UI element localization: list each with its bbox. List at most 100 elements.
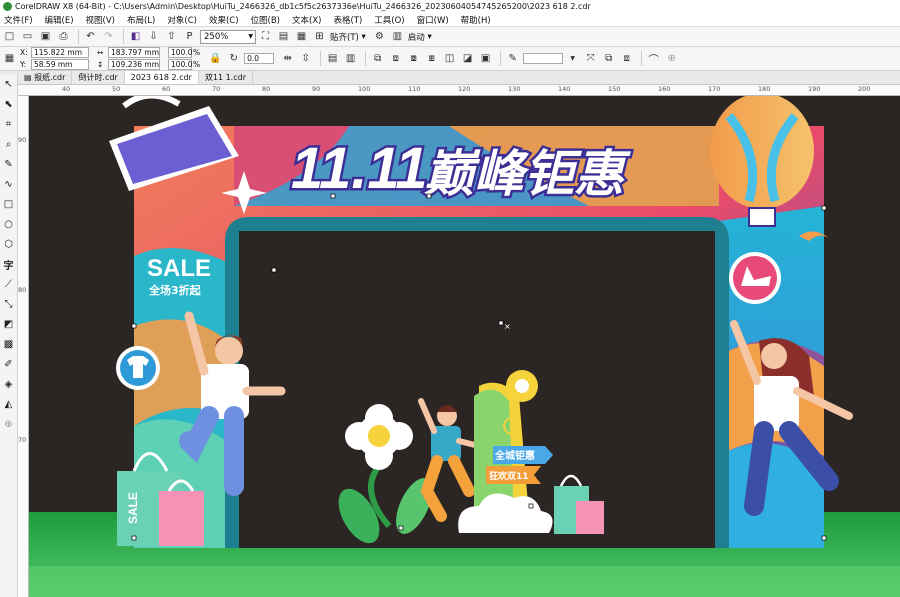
rulers-icon[interactable]: ▤ bbox=[276, 29, 291, 44]
create-boundary-icon[interactable]: ▣ bbox=[478, 51, 493, 66]
menu-effects[interactable]: 效果(C) bbox=[209, 14, 239, 26]
menu-bar: 文件(F) 编辑(E) 视图(V) 布局(L) 对象(C) 效果(C) 位图(B… bbox=[0, 13, 900, 27]
menu-file[interactable]: 文件(F) bbox=[4, 14, 33, 26]
toolbar-separator bbox=[78, 29, 79, 44]
center-marker-icon[interactable]: × bbox=[504, 322, 511, 331]
intersect-icon[interactable]: ⧇ bbox=[406, 51, 421, 66]
scale-width-field[interactable]: 100.0 bbox=[168, 47, 192, 58]
ruler-label: 150 bbox=[608, 85, 621, 93]
group-icon[interactable]: ⧉ bbox=[601, 51, 616, 66]
rectangle-tool-icon[interactable]: □ bbox=[2, 197, 16, 211]
redo-icon[interactable]: ↷ bbox=[101, 29, 116, 44]
width-icon: ↔ bbox=[97, 48, 104, 57]
polygon-tool-icon[interactable]: ⬡ bbox=[2, 237, 16, 251]
parallel-dimension-icon[interactable]: ⟋ bbox=[2, 277, 16, 291]
simplify-icon[interactable]: ⧆ bbox=[424, 51, 439, 66]
export-icon[interactable]: ⇧ bbox=[164, 29, 179, 44]
menu-object[interactable]: 对象(C) bbox=[167, 14, 197, 26]
text-tool-icon[interactable]: 字 bbox=[2, 257, 16, 272]
options-gear-icon[interactable]: ⚙ bbox=[372, 29, 387, 44]
sale-text: SALE bbox=[147, 255, 211, 282]
menu-text[interactable]: 文本(X) bbox=[292, 14, 321, 26]
tab-label: 倒计时.cdr bbox=[78, 73, 118, 82]
ruler-label: 80 bbox=[262, 85, 271, 93]
pick-tool-icon[interactable]: ↖ bbox=[2, 77, 16, 91]
save-icon[interactable]: ▣ bbox=[38, 29, 53, 44]
trim-icon[interactable]: ⧈ bbox=[388, 51, 403, 66]
menu-view[interactable]: 视图(V) bbox=[86, 14, 115, 26]
width-field[interactable]: 183.797 mm bbox=[108, 47, 160, 58]
drawing-canvas[interactable]: 11.11 巅峰钜惠 SALE 全场3折起 SALE 全城钜惠 狂欢双11 × bbox=[29, 96, 900, 597]
crop-tool-icon[interactable]: ⌗ bbox=[2, 117, 16, 131]
tab-newspaper[interactable]: ▤ 报纸.cdr bbox=[18, 71, 73, 84]
wrap-text-icon[interactable]: ▥ bbox=[343, 51, 358, 66]
tab-countdown[interactable]: 倒计时.cdr bbox=[72, 71, 125, 84]
mirror-vertical-icon[interactable]: ⇳ bbox=[298, 51, 313, 66]
menu-tools[interactable]: 工具(O) bbox=[374, 14, 404, 26]
break-apart-icon[interactable]: ⤧ bbox=[583, 51, 598, 66]
chevron-down-icon[interactable]: ▼ bbox=[565, 51, 580, 66]
scale-height-field[interactable]: 100.0 bbox=[168, 59, 192, 70]
tab-2023-618-2[interactable]: 2023 618 2.cdr bbox=[124, 71, 199, 84]
front-minus-back-icon[interactable]: ◫ bbox=[442, 51, 457, 66]
shape-tool-icon[interactable]: ⬉ bbox=[2, 97, 16, 111]
ruler-label: 50 bbox=[112, 85, 121, 93]
menu-layout[interactable]: 布局(L) bbox=[127, 14, 155, 26]
menu-edit[interactable]: 编辑(E) bbox=[45, 14, 74, 26]
new-document-icon[interactable]: □ bbox=[2, 29, 17, 44]
guidelines-icon[interactable]: ⊞ bbox=[312, 29, 327, 44]
launcher-icon[interactable]: ▥ bbox=[390, 29, 405, 44]
rotation-field[interactable]: 0.0 bbox=[244, 53, 275, 64]
weld-icon[interactable]: ⧉ bbox=[370, 51, 385, 66]
artistic-media-icon[interactable]: ∿ bbox=[2, 177, 16, 191]
smart-fill-icon[interactable]: ◭ bbox=[2, 397, 16, 411]
object-origin-icon[interactable]: ▦ bbox=[2, 51, 17, 66]
grid-icon[interactable]: ▦ bbox=[294, 29, 309, 44]
align-distribute-icon[interactable]: ▤ bbox=[325, 51, 340, 66]
zoom-tool-icon[interactable]: ⌕ bbox=[2, 137, 16, 151]
interactive-fill-icon[interactable]: ◈ bbox=[2, 377, 16, 391]
menu-window[interactable]: 窗口(W) bbox=[417, 14, 449, 26]
outline-pen-icon[interactable]: ✎ bbox=[505, 51, 520, 66]
vertical-ruler[interactable]: 90 80 70 bbox=[18, 96, 29, 597]
menu-table[interactable]: 表格(T) bbox=[333, 14, 362, 26]
rotation-icon: ↻ bbox=[229, 53, 238, 64]
ruler-label: 90 bbox=[312, 85, 321, 93]
position-fields: X: 115.822 mm Y: 58.59 mm bbox=[20, 47, 89, 70]
eyedropper-icon[interactable]: ✐ bbox=[2, 357, 16, 371]
import-icon[interactable]: ⇩ bbox=[146, 29, 161, 44]
open-folder-icon[interactable]: ▭ bbox=[20, 29, 35, 44]
zoom-level-select[interactable]: 250% ▼ bbox=[200, 29, 256, 44]
convert-to-curves-icon[interactable]: ⌒ bbox=[646, 51, 661, 66]
lock-ratio-icon[interactable]: 🔒 bbox=[208, 51, 223, 66]
export-pdf-icon[interactable]: P bbox=[182, 29, 197, 44]
ellipse-tool-icon[interactable]: ○ bbox=[2, 217, 16, 231]
ruler-label: 90 bbox=[18, 136, 27, 144]
undo-icon[interactable]: ↶ bbox=[83, 29, 98, 44]
snap-to-button[interactable]: 贴齐(T) ▾ bbox=[330, 31, 366, 43]
connector-tool-icon[interactable]: ⤡ bbox=[2, 297, 16, 311]
x-position-field[interactable]: 115.822 mm bbox=[31, 47, 89, 58]
freehand-tool-icon[interactable]: ✎ bbox=[2, 157, 16, 171]
back-minus-front-icon[interactable]: ◪ bbox=[460, 51, 475, 66]
ungroup-icon[interactable]: ⧈ bbox=[619, 51, 634, 66]
print-icon[interactable]: ⎙ bbox=[56, 29, 71, 44]
height-field[interactable]: 109.236 mm bbox=[108, 59, 160, 70]
toolbar-separator bbox=[320, 51, 322, 66]
artwork-svg: 11.11 巅峰钜惠 SALE 全场3折起 SALE 全城钜惠 狂欢双11 × bbox=[29, 96, 900, 597]
corel-connect-icon[interactable]: ◧ bbox=[128, 29, 143, 44]
menu-bitmaps[interactable]: 位图(B) bbox=[251, 14, 280, 26]
add-icon[interactable]: ⊕ bbox=[664, 51, 679, 66]
tab-double11[interactable]: 双11 1.cdr bbox=[199, 71, 253, 84]
launch-button[interactable]: 启动 ▾ bbox=[408, 31, 432, 43]
mirror-horizontal-icon[interactable]: ⇹ bbox=[280, 51, 295, 66]
full-screen-icon[interactable]: ⛶ bbox=[258, 29, 273, 44]
drop-shadow-icon[interactable]: ◩ bbox=[2, 317, 16, 331]
y-position-field[interactable]: 58.59 mm bbox=[31, 59, 89, 70]
tab-label: 2023 618 2.cdr bbox=[130, 73, 192, 82]
add-tool-icon[interactable]: ⊕ bbox=[2, 417, 16, 431]
transparency-tool-icon[interactable]: ▩ bbox=[2, 337, 16, 351]
menu-help[interactable]: 帮助(H) bbox=[461, 14, 491, 26]
horizontal-ruler[interactable]: 40 50 60 70 80 90 100 110 120 130 140 15… bbox=[18, 85, 900, 96]
outline-width-field[interactable] bbox=[523, 53, 564, 64]
